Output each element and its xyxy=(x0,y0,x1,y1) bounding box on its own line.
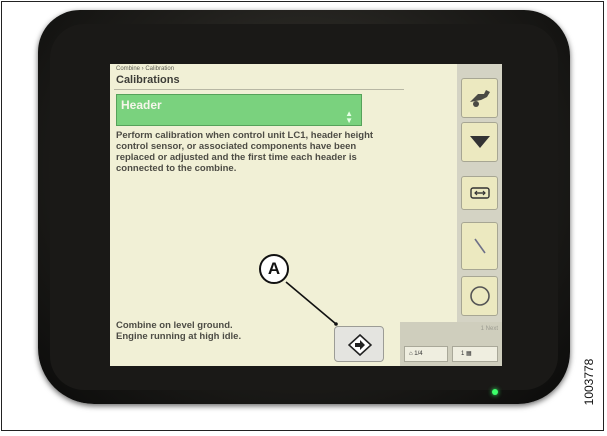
header-select-value: Header xyxy=(121,98,162,112)
display-screen: Combine › Calibration Calibrations Heade… xyxy=(110,64,502,366)
page-title: Calibrations xyxy=(116,74,180,86)
status-line-engine: Engine running at high idle. xyxy=(116,331,242,342)
home-icon: ⌂ xyxy=(409,351,413,357)
tilt-angle-icon xyxy=(473,238,486,254)
bottom-nav-bar: 1 Next ⌂ 1/4 1 ▦ xyxy=(400,322,502,366)
menu-button-label: 1 xyxy=(461,351,465,357)
select-arrows-icon: ▲ ▼ xyxy=(345,109,353,125)
home-button-label: 1/4 xyxy=(414,351,423,357)
menu-grid-icon: ▦ xyxy=(466,351,472,357)
power-led xyxy=(492,389,498,395)
figure-frame: Combine › Calibration Calibrations Heade… xyxy=(1,1,604,431)
diamond-arrow-icon xyxy=(348,334,372,356)
header-select[interactable]: Header ▲ ▼ xyxy=(116,94,362,126)
breadcrumb[interactable]: Combine › Calibration xyxy=(116,66,174,72)
figure-id: 1003778 xyxy=(579,342,599,422)
combine-header-icon xyxy=(469,90,490,107)
calibration-instructions: Perform calibration when control unit LC… xyxy=(116,130,374,174)
circle-icon xyxy=(469,286,490,306)
figure-id-text: 1003778 xyxy=(582,358,596,406)
right-toolbar xyxy=(457,64,502,366)
toolbar-header-button[interactable] xyxy=(461,78,498,118)
down-arrow-icon xyxy=(469,136,490,148)
toolbar-float-button[interactable] xyxy=(461,176,498,210)
calibration-panel: Combine › Calibration Calibrations Heade… xyxy=(110,64,457,366)
calibrate-start-button[interactable] xyxy=(334,326,384,362)
next-page-label: 1 Next xyxy=(480,326,498,332)
header-float-icon xyxy=(469,187,490,199)
home-button[interactable]: ⌂ 1/4 xyxy=(404,346,448,362)
title-divider xyxy=(114,89,404,90)
toolbar-tilt-button[interactable] xyxy=(461,222,498,270)
toolbar-down-button[interactable] xyxy=(461,122,498,162)
status-conditions: Combine on level ground. Engine running … xyxy=(116,320,336,342)
menu-button[interactable]: 1 ▦ xyxy=(452,346,498,362)
toolbar-circle-button[interactable] xyxy=(461,276,498,316)
status-line-ground: Combine on level ground. xyxy=(116,320,233,331)
callout-label-a: A xyxy=(259,254,289,284)
